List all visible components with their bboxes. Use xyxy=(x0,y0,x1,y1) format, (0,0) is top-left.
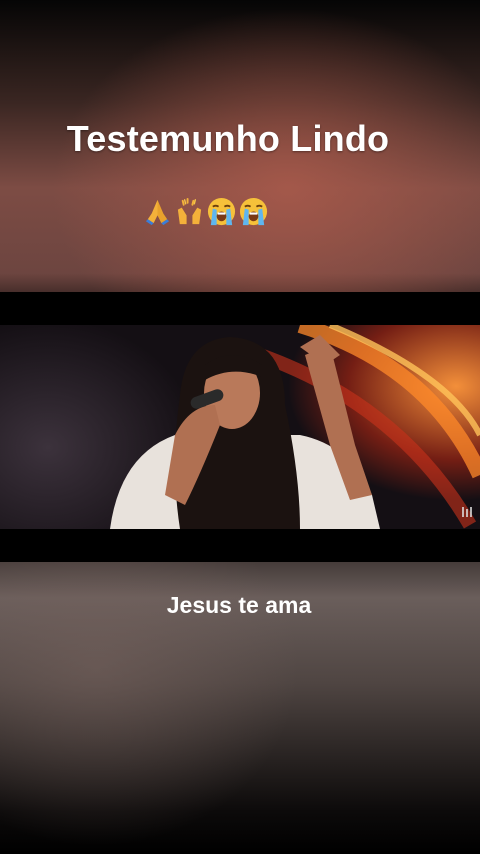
emoji-row xyxy=(142,194,269,228)
video-player[interactable] xyxy=(0,292,480,562)
channel-logo-icon xyxy=(462,507,472,517)
post-title: Testemunho Lindo xyxy=(66,118,390,159)
post-caption: Jesus te ama xyxy=(166,592,312,618)
folded-hands-emoji-icon xyxy=(145,199,170,225)
raised-hands-emoji-icon xyxy=(177,197,202,224)
video-frame xyxy=(0,325,480,529)
singer-figure xyxy=(110,335,380,529)
video-post[interactable]: Testemunho Lindo Jesus te ama xyxy=(0,0,480,854)
loudly-crying-face-emoji-icon xyxy=(207,197,236,225)
loudly-crying-face-emoji-icon xyxy=(239,197,268,225)
